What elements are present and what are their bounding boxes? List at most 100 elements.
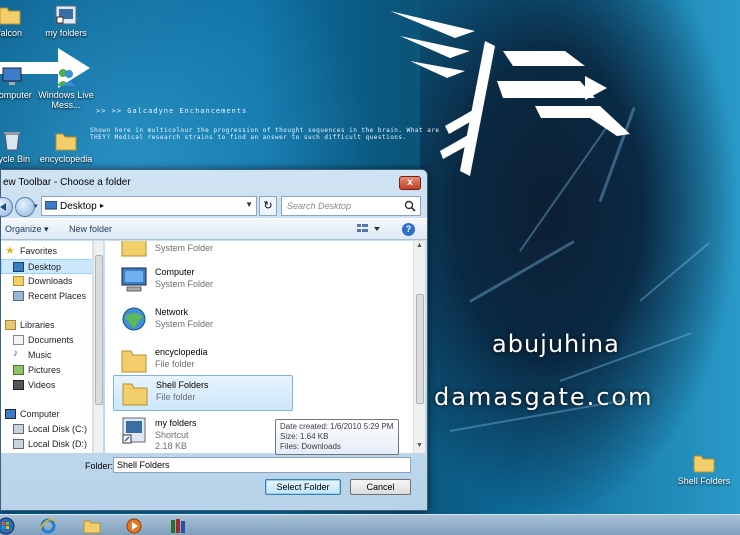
nav-item-label: Libraries	[20, 320, 55, 330]
nav-item-label: Local Disk (D:)	[28, 439, 88, 449]
tooltip-date-created: Date created: 1/6/2010 5:29 PM	[280, 422, 394, 431]
folder-label: Folder:	[85, 461, 114, 471]
folder-icon	[693, 455, 715, 473]
navigation-pane: ★ Favorites Desktop Downloads Recent Pla…	[1, 241, 93, 453]
nav-item-music[interactable]: ♪ Music	[1, 348, 92, 363]
desktop-icon	[45, 201, 57, 210]
item-name: Computer	[155, 267, 195, 277]
nav-item-downloads[interactable]: Downloads	[1, 274, 92, 289]
wings-logo	[390, 11, 630, 176]
desktop-icon-messenger[interactable]: Windows Live Mess...	[34, 66, 98, 110]
star-icon: ★	[5, 245, 15, 257]
nav-item-label: Videos	[28, 380, 56, 390]
computer-icon	[121, 267, 147, 292]
scrollbar-thumb[interactable]	[416, 294, 424, 404]
folder-field[interactable]: Shell Folders	[113, 457, 411, 473]
shortcut-icon	[122, 417, 146, 444]
nav-item-label: Desktop	[28, 262, 62, 272]
list-item-network[interactable]: Network System Folder	[113, 303, 293, 339]
chevron-down-icon: ▾	[44, 224, 49, 234]
folder-row: Folder: Shell Folders	[1, 457, 427, 477]
start-orb-icon[interactable]	[0, 517, 16, 535]
refresh-button[interactable]: ↻	[259, 196, 277, 216]
explorer-icon[interactable]	[82, 517, 102, 535]
desktop-icon-encyclopedia[interactable]: encyclopedia	[34, 130, 98, 164]
nav-item-local-disk-c[interactable]: Local Disk (C:)	[1, 422, 92, 437]
cancel-button[interactable]: Cancel	[350, 479, 411, 495]
refresh-icon: ↻	[263, 200, 273, 212]
desktop-icon-my-folders[interactable]: my folders	[34, 4, 98, 38]
back-button[interactable]	[0, 197, 13, 217]
navigation-bar: ▾ Desktop ▸ ▼ ↻ Search Desktop	[0, 196, 427, 218]
desktop-icon-label: Computer	[0, 90, 32, 100]
libraries-icon	[5, 320, 16, 330]
organize-button[interactable]: Organize ▾	[5, 224, 49, 235]
forward-button[interactable]	[15, 197, 35, 217]
nav-item-computer[interactable]: Computer	[1, 407, 92, 422]
list-item-my-folders[interactable]: my folders Shortcut 2.18 KB	[113, 414, 293, 451]
command-bar: Organize ▾ New folder ?	[1, 218, 427, 240]
folder-icon	[0, 7, 21, 25]
list-item-computer[interactable]: Computer System Folder	[113, 263, 293, 299]
taskbar	[0, 514, 740, 535]
internet-explorer-icon[interactable]	[38, 517, 58, 535]
nav-item-label: Pictures	[28, 365, 61, 375]
search-input[interactable]: Search Desktop	[287, 201, 351, 211]
nav-item-documents[interactable]: Documents	[1, 333, 92, 348]
tooltip-files: Files: Downloads	[280, 442, 341, 451]
item-name: encyclopedia	[155, 347, 208, 357]
info-tooltip: Date created: 1/6/2010 5:29 PM Size: 1.6…	[275, 419, 399, 455]
nav-item-label: Music	[28, 350, 52, 360]
list-item[interactable]: System Folder	[113, 241, 293, 263]
navigation-scrollbar[interactable]	[93, 241, 103, 453]
nav-item-libraries[interactable]: Libraries	[1, 318, 92, 333]
organize-label: Organize	[5, 224, 42, 234]
folder-icon	[121, 350, 147, 373]
item-name: Shell Folders	[156, 380, 209, 390]
computer-icon	[5, 409, 16, 419]
help-button[interactable]: ?	[402, 223, 415, 236]
nav-item-label: Favorites	[20, 246, 58, 256]
nav-item-label: Computer	[20, 409, 60, 419]
scrollbar-thumb[interactable]	[95, 255, 103, 405]
item-type: System Folder	[155, 279, 214, 289]
back-arrow-icon	[0, 203, 6, 211]
nav-item-recent-places[interactable]: Recent Places	[1, 289, 92, 304]
nav-item-label: Documents	[28, 335, 74, 345]
close-button[interactable]: x	[399, 176, 421, 190]
select-folder-button[interactable]: Select Folder	[265, 479, 341, 495]
recent-places-icon	[13, 291, 24, 301]
nav-item-videos[interactable]: Videos	[1, 378, 92, 393]
scroll-up-icon[interactable]: ▲	[416, 242, 423, 249]
scroll-down-icon[interactable]: ▼	[416, 442, 423, 449]
views-icon[interactable]	[357, 223, 381, 235]
address-dropdown-icon[interactable]: ▼	[245, 200, 253, 209]
shortcut-icon	[55, 5, 77, 25]
nav-item-desktop[interactable]: Desktop	[1, 259, 92, 274]
recent-pages-chevron-icon[interactable]: ▾	[34, 202, 38, 210]
pictures-icon	[13, 365, 24, 375]
new-folder-button[interactable]: New folder	[69, 224, 112, 234]
nav-item-pictures[interactable]: Pictures	[1, 363, 92, 378]
nav-item-favorites[interactable]: ★ Favorites	[1, 244, 92, 259]
folder-icon	[121, 241, 147, 257]
list-item-encyclopedia[interactable]: encyclopedia File folder	[113, 343, 293, 379]
wallpaper-blurb-line2: THEY? Medical research strains to find a…	[90, 134, 407, 141]
folder-icon	[122, 383, 148, 406]
breadcrumb-chevron-icon[interactable]: ▸	[100, 201, 104, 210]
desktop-icon-shell-folders[interactable]: Shell Folders	[672, 452, 736, 486]
search-box[interactable]: Search Desktop	[281, 196, 421, 216]
folder-list-scrollbar[interactable]: ▲ ▼	[413, 241, 425, 453]
item-name: Network	[155, 307, 189, 317]
desktop-icon-label: falcon	[0, 28, 23, 38]
downloads-icon	[13, 276, 24, 286]
nav-item-local-disk-d[interactable]: Local Disk (D:)	[1, 437, 92, 452]
dialog-titlebar[interactable]: ew Toolbar - Choose a folder x	[1, 170, 427, 196]
item-type: File folder	[156, 392, 196, 402]
list-item-shell-folders[interactable]: Shell Folders File folder	[113, 375, 293, 411]
books-icon[interactable]	[168, 517, 188, 535]
media-player-icon[interactable]	[124, 517, 144, 535]
item-type: System Folder	[155, 243, 214, 253]
address-bar[interactable]: Desktop ▸ ▼	[41, 196, 257, 216]
item-type: File folder	[155, 359, 195, 369]
